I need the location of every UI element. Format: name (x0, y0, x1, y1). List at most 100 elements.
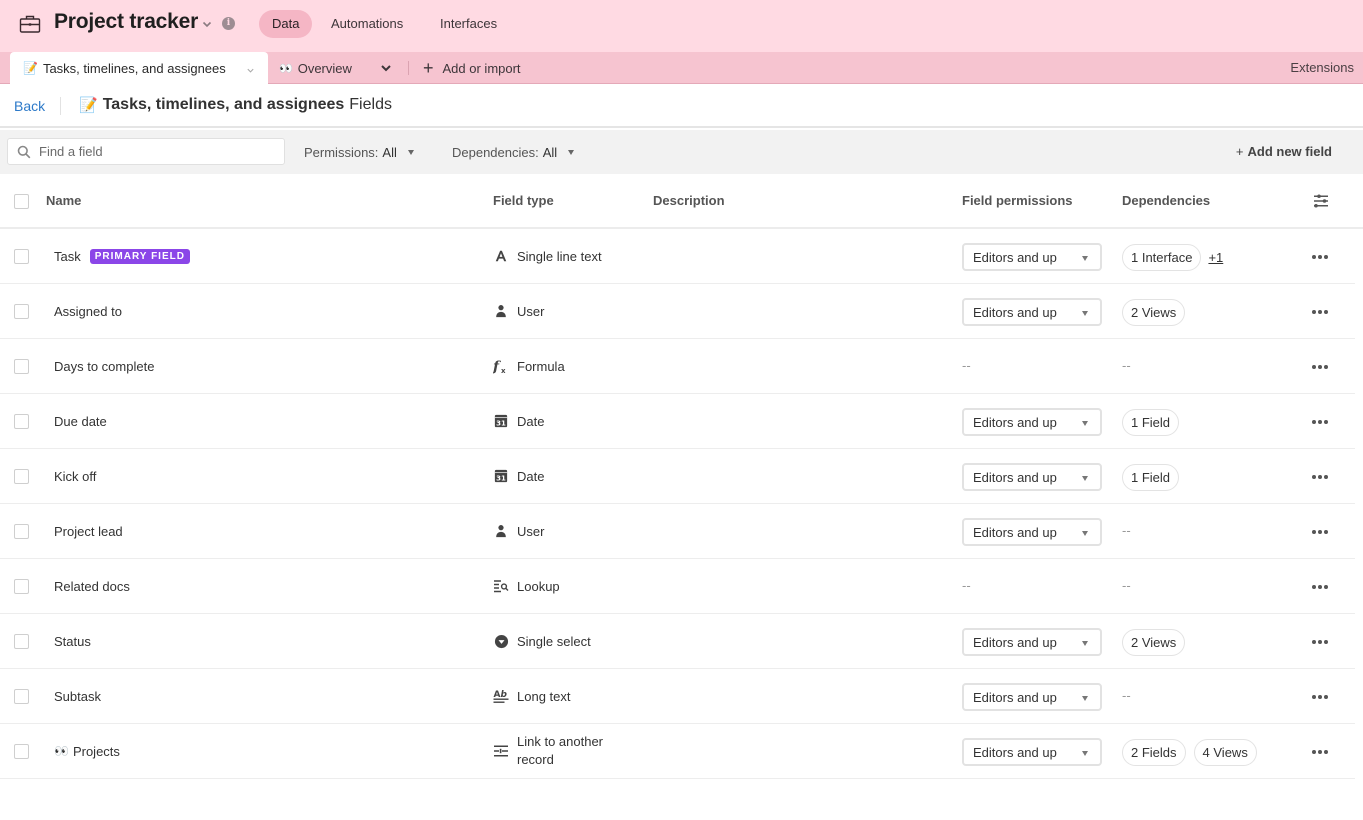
svg-text:31: 31 (496, 420, 506, 428)
more-options-icon[interactable] (1312, 365, 1328, 370)
field-row[interactable]: Days to complete fx Formula -- -- (0, 339, 1355, 394)
caret-down-icon (1082, 751, 1088, 756)
find-field-input[interactable] (39, 139, 279, 164)
more-options-icon[interactable] (1312, 585, 1328, 590)
field-row[interactable]: Kick off 31 Date Editors and up 1 Field (0, 449, 1355, 504)
field-permission-select[interactable]: Editors and up (962, 298, 1102, 326)
field-permission-select[interactable]: Editors and up (962, 243, 1102, 271)
all-tables-chevron-icon[interactable] (379, 61, 393, 75)
field-permission-select[interactable]: Editors and up (962, 408, 1102, 436)
field-name-cell[interactable]: Subtask (54, 669, 101, 723)
add-or-import-button[interactable]: + Add or import (423, 52, 521, 84)
field-row[interactable]: Subtask Ab Long text Editors and up -- (0, 669, 1355, 724)
table-tab-overview[interactable]: 👀 Overview (279, 52, 352, 84)
dependency-pill[interactable]: 2 Views (1122, 298, 1186, 326)
more-options-icon[interactable] (1312, 310, 1328, 315)
dependency-pill[interactable]: 2 Views (1122, 628, 1186, 656)
field-name-cell[interactable]: Project lead (54, 504, 123, 558)
row-checkbox[interactable] (14, 524, 29, 539)
nav-tab-interfaces[interactable]: Interfaces (427, 10, 510, 38)
back-link[interactable]: Back (14, 98, 45, 114)
row-checkbox[interactable] (14, 634, 29, 649)
search-box[interactable] (7, 138, 285, 165)
permissions-filter-value: All (382, 144, 397, 160)
field-name-cell[interactable]: Assigned to (54, 284, 122, 338)
field-type-label: Formula (517, 358, 565, 374)
field-row[interactable]: Status Single select Editors and up 2 Vie… (0, 614, 1355, 669)
dependencies-cell: 2 Views (1122, 298, 1193, 326)
field-row[interactable]: 👀 Projects Link to another record Editor… (0, 724, 1355, 779)
column-header-description[interactable]: Description (653, 174, 725, 227)
field-name-cell[interactable]: Days to complete (54, 339, 154, 393)
field-type-cell: Single select (493, 614, 591, 668)
dependency-pill[interactable]: 1 Interface (1122, 243, 1202, 271)
field-type-cell: Ab Long text (493, 669, 571, 723)
row-checkbox[interactable] (14, 414, 29, 429)
field-row[interactable]: Due date 31 Date Editors and up 1 Field (0, 394, 1355, 449)
dependency-pill[interactable]: 4 Views (1193, 738, 1257, 766)
field-name-cell[interactable]: Due date (54, 394, 107, 448)
table-tab-tasks[interactable]: 📝 Tasks, timelines, and assignees (10, 52, 268, 84)
more-options-icon[interactable] (1312, 530, 1328, 535)
field-row[interactable]: Assigned to User Editors and up 2 Views (0, 284, 1355, 339)
field-name-cell[interactable]: Kick off (54, 449, 96, 503)
column-header-field-permissions[interactable]: Field permissions (962, 174, 1073, 227)
dependencies-filter[interactable]: Dependencies: All (452, 130, 575, 174)
dependency-pill[interactable]: 2 Fields (1122, 738, 1186, 766)
user-icon (493, 303, 509, 319)
svg-text:31: 31 (496, 475, 506, 483)
field-name-cell[interactable]: Task PRIMARY FIELD (54, 229, 190, 283)
field-permission-select[interactable]: Editors and up (962, 683, 1102, 711)
more-options-icon[interactable] (1312, 640, 1328, 645)
more-options-icon[interactable] (1312, 475, 1328, 480)
chevron-down-icon[interactable] (246, 63, 255, 73)
field-permission-value: Editors and up (973, 414, 1057, 430)
field-type-label: Single select (517, 633, 591, 649)
field-row[interactable]: Project lead User Editors and up -- (0, 504, 1355, 559)
add-new-field-button[interactable]: + Add new field (1236, 130, 1332, 174)
extensions-button[interactable]: Extensions (1290, 52, 1354, 84)
field-name-cell[interactable]: Status (54, 614, 91, 668)
more-options-icon[interactable] (1312, 255, 1328, 260)
select-all-checkbox[interactable] (14, 194, 29, 209)
info-icon[interactable]: i (222, 17, 235, 30)
long-text-icon: Ab (493, 688, 509, 704)
dependency-pill[interactable]: 1 Field (1122, 463, 1180, 491)
field-name: Project lead (54, 523, 123, 539)
customize-columns-icon[interactable] (1313, 193, 1329, 209)
page-title-suffix: Fields (349, 96, 392, 113)
row-checkbox[interactable] (14, 469, 29, 484)
row-checkbox[interactable] (14, 304, 29, 319)
field-row[interactable]: Related docs Lookup -- -- (0, 559, 1355, 614)
field-name-cell[interactable]: 👀 Projects (54, 724, 120, 778)
row-checkbox[interactable] (14, 579, 29, 594)
more-options-icon[interactable] (1312, 420, 1328, 425)
field-row[interactable]: Task PRIMARY FIELD Single line text Edit… (0, 229, 1355, 284)
column-header-dependencies[interactable]: Dependencies (1122, 174, 1210, 227)
row-checkbox[interactable] (14, 359, 29, 374)
nav-tab-automations[interactable]: Automations (318, 10, 416, 38)
add-or-import-label: Add or import (442, 60, 521, 76)
row-checkbox[interactable] (14, 689, 29, 704)
permissions-filter[interactable]: Permissions: All (304, 130, 414, 174)
more-dependencies-link[interactable]: +1 (1208, 250, 1223, 265)
nav-tab-data[interactable]: Data (259, 10, 313, 38)
field-permission-select[interactable]: Editors and up (962, 628, 1102, 656)
dependencies-filter-value: All (542, 144, 558, 160)
field-name-cell[interactable]: Related docs (54, 559, 130, 613)
more-options-icon[interactable] (1312, 695, 1328, 700)
field-permission-select[interactable]: Editors and up (962, 518, 1102, 546)
field-permission-select[interactable]: Editors and up (962, 463, 1102, 491)
more-options-icon[interactable] (1312, 750, 1328, 755)
base-title[interactable]: Project tracker (54, 10, 198, 34)
field-permission-select[interactable]: Editors and up (962, 738, 1102, 766)
row-checkbox[interactable] (14, 249, 29, 264)
column-header-field-type[interactable]: Field type (493, 174, 554, 227)
column-header-name[interactable]: Name (46, 174, 81, 227)
field-permission-value: Editors and up (973, 249, 1057, 265)
caret-down-icon (407, 149, 414, 155)
chevron-down-icon[interactable] (200, 17, 214, 31)
dependency-pill[interactable]: 1 Field (1122, 408, 1180, 436)
row-checkbox[interactable] (14, 744, 29, 759)
field-type-cell: fx Formula (493, 339, 565, 393)
